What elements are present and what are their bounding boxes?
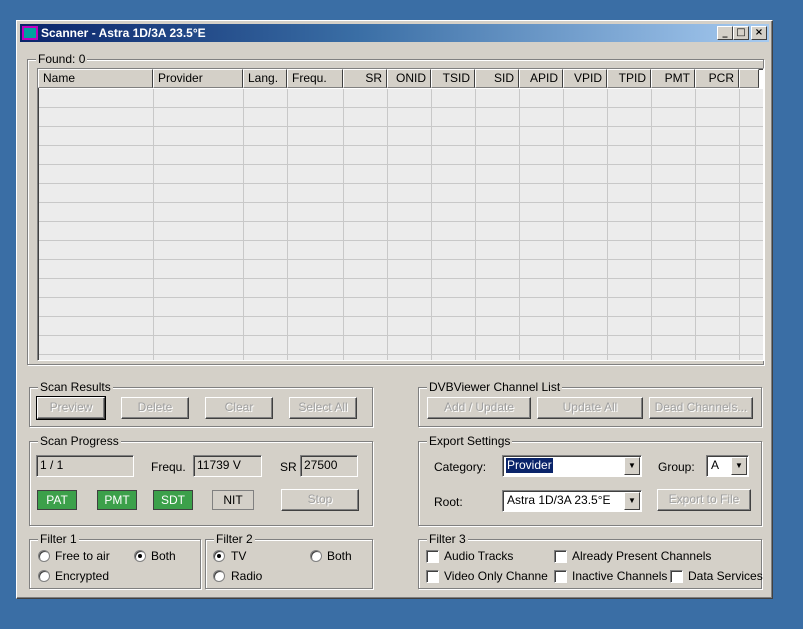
audio-tracks-checkbox[interactable] [426,550,439,563]
filter3-title: Filter 3 [427,532,468,546]
found-count: 0 [78,52,86,66]
tv-label[interactable]: TV [231,549,246,563]
title-bar[interactable]: Scanner - Astra 1D/3A 23.5°E _ □ × [20,24,769,42]
channel-list-title: DVBViewer Channel List [427,380,563,394]
free-to-air-radio[interactable] [38,550,50,562]
column-pcr[interactable]: PCR [695,69,739,88]
column-sr[interactable]: SR [343,69,387,88]
encrypted-radio[interactable] [38,570,50,582]
group-label: Group: [658,460,695,474]
scan-results-title: Scan Results [38,380,113,394]
sr-field: 27500 [300,455,358,477]
column-pmt[interactable]: PMT [651,69,695,88]
radio-label[interactable]: Radio [231,569,262,583]
select-all-button[interactable]: Select All [289,397,357,419]
preview-button[interactable]: Preview [36,396,106,420]
clear-button[interactable]: Clear [205,397,273,419]
progress-field: 1 / 1 [36,455,134,477]
group-combo[interactable]: A ▼ [706,455,749,477]
encrypted-label[interactable]: Encrypted [55,569,109,583]
filter1-both-radio[interactable] [134,550,146,562]
column-tpid[interactable]: TPID [607,69,651,88]
column-filler [739,69,759,88]
add-update-button[interactable]: Add / Update [427,397,531,419]
frequ-field: 11739 V [193,455,262,477]
window-title: Scanner - Astra 1D/3A 23.5°E [41,26,206,40]
chevron-down-icon[interactable]: ▼ [624,492,640,510]
found-label: Found: 0 [36,52,88,66]
delete-button[interactable]: Delete [121,397,189,419]
video-only-label[interactable]: Video Only Channe [444,569,548,583]
pat-indicator: PAT [37,490,77,510]
column-apid[interactable]: APID [519,69,563,88]
filter1-both-label[interactable]: Both [151,549,176,563]
sr-label: SR [280,460,297,474]
root-label: Root: [434,495,463,509]
column-name[interactable]: Name [38,69,153,88]
root-combo[interactable]: Astra 1D/3A 23.5°E ▼ [502,490,642,512]
pmt-indicator: PMT [97,490,137,510]
video-only-checkbox[interactable] [426,570,439,583]
app-icon [22,26,38,40]
inactive-label[interactable]: Inactive Channels [572,569,667,583]
minimize-button[interactable]: _ [717,26,733,40]
close-button[interactable]: × [751,26,767,40]
audio-tracks-label[interactable]: Audio Tracks [444,549,513,563]
already-present-checkbox[interactable] [554,550,567,563]
group-value: A [711,458,720,472]
chevron-down-icon[interactable]: ▼ [624,457,640,475]
stop-button[interactable]: Stop [281,489,359,511]
data-services-checkbox[interactable] [670,570,683,583]
data-services-label[interactable]: Data Services [688,569,763,583]
listview-header: Name Provider Lang. Frequ. SR ONID TSID … [38,69,763,88]
nit-indicator: NIT [212,490,254,510]
filter2-both-label[interactable]: Both [327,549,352,563]
column-vpid[interactable]: VPID [563,69,607,88]
filter1-title: Filter 1 [38,532,79,546]
column-frequ[interactable]: Frequ. [287,69,343,88]
scanner-window: Scanner - Astra 1D/3A 23.5°E _ □ × Found… [16,20,773,599]
column-lang[interactable]: Lang. [243,69,287,88]
export-to-file-button[interactable]: Export to File [657,489,751,511]
update-all-button[interactable]: Update All [537,397,643,419]
scan-progress-group: Scan Progress [29,434,373,526]
category-value: Provider [505,457,554,474]
channel-listview[interactable]: Name Provider Lang. Frequ. SR ONID TSID … [37,68,764,361]
maximize-button[interactable]: □ [733,26,749,40]
sdt-indicator: SDT [153,490,193,510]
tv-radio[interactable] [213,550,225,562]
category-combo[interactable]: Provider ▼ [502,455,642,477]
dead-channels-button[interactable]: Dead Channels... [649,397,753,419]
root-value: Astra 1D/3A 23.5°E [507,493,611,507]
inactive-checkbox[interactable] [554,570,567,583]
column-provider[interactable]: Provider [153,69,243,88]
scan-progress-title: Scan Progress [38,434,121,448]
column-tsid[interactable]: TSID [431,69,475,88]
export-settings-title: Export Settings [427,434,513,448]
category-label: Category: [434,460,487,474]
filter2-title: Filter 2 [214,532,255,546]
already-present-label[interactable]: Already Present Channels [572,549,711,563]
column-onid[interactable]: ONID [387,69,431,88]
filter2-both-radio[interactable] [310,550,322,562]
frequ-label: Frequ. [151,460,186,474]
free-to-air-label[interactable]: Free to air [55,549,110,563]
listview-body[interactable] [39,89,763,360]
column-sid[interactable]: SID [475,69,519,88]
radio-radio[interactable] [213,570,225,582]
export-settings-group: Export Settings [418,434,762,526]
chevron-down-icon[interactable]: ▼ [731,457,747,475]
